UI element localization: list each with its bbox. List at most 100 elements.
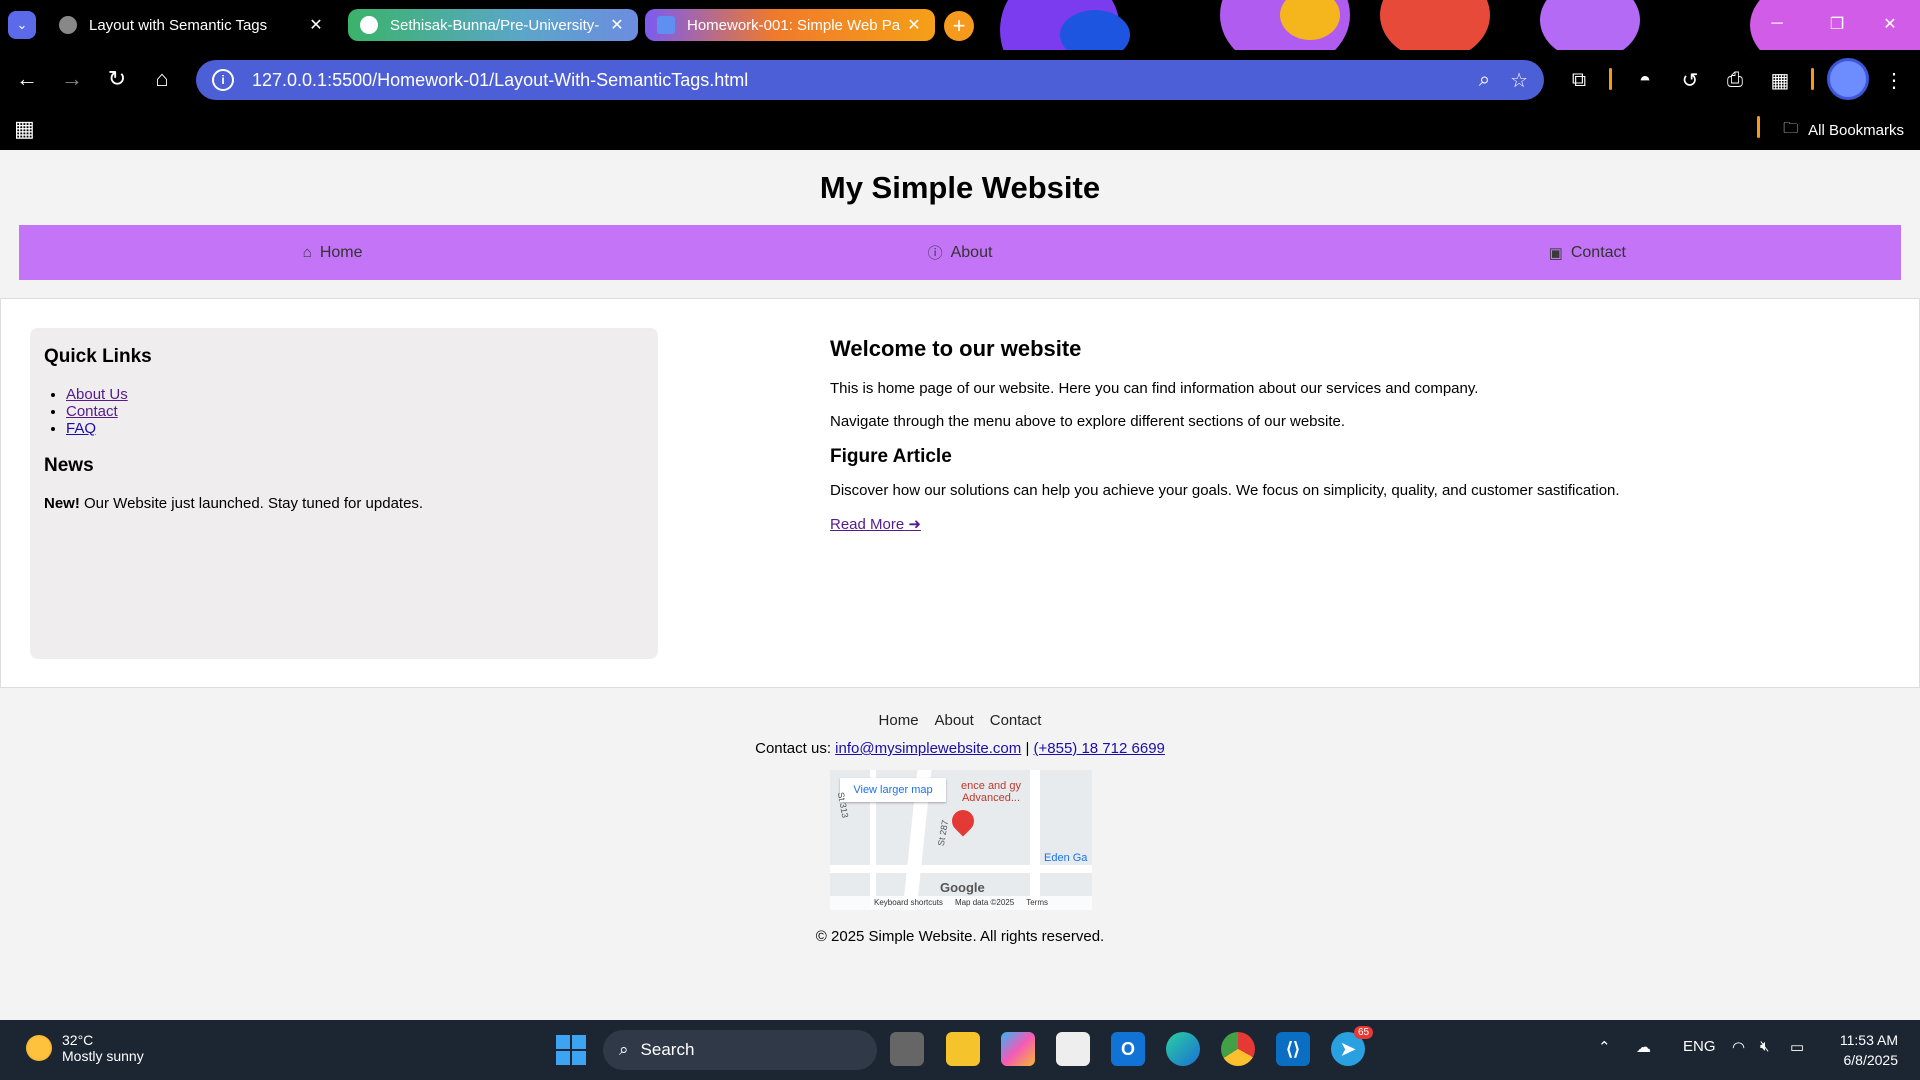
toolbar-separator bbox=[1811, 68, 1814, 90]
profile-avatar[interactable] bbox=[1827, 58, 1869, 100]
view-larger-map-button[interactable]: View larger map bbox=[840, 778, 946, 802]
wifi-icon[interactable]: ◠ bbox=[1732, 1038, 1745, 1056]
menu-icon[interactable]: ⋮ bbox=[1876, 62, 1912, 98]
nav-about-label: About bbox=[950, 243, 993, 261]
extensions-icon[interactable]: ⧉ bbox=[1561, 62, 1597, 98]
zoom-icon[interactable]: ⌕ bbox=[1479, 69, 1490, 92]
store-icon[interactable] bbox=[1056, 1032, 1090, 1066]
footer-contact-link[interactable]: Contact bbox=[990, 712, 1042, 729]
minimize-button[interactable]: ─ bbox=[1747, 0, 1807, 48]
map-street-label: St 287 bbox=[935, 819, 951, 847]
date: 6/8/2025 bbox=[1843, 1052, 1899, 1068]
github-icon bbox=[360, 16, 378, 34]
about-us-link[interactable]: About Us bbox=[66, 386, 128, 403]
url-text[interactable]: 127.0.0.1:5500/Homework-01/Layout-With-S… bbox=[252, 70, 1459, 91]
file-explorer-icon[interactable] bbox=[946, 1032, 980, 1066]
faq-link[interactable]: FAQ bbox=[66, 420, 96, 437]
figure-title: Figure Article bbox=[830, 446, 952, 467]
article-paragraph: This is home page of our website. Here y… bbox=[830, 380, 1479, 397]
tab-search-button[interactable]: ⌄ bbox=[8, 11, 36, 39]
close-icon[interactable]: ✕ bbox=[307, 15, 325, 35]
temperature: 32°C bbox=[62, 1032, 94, 1048]
forward-icon[interactable]: → bbox=[57, 64, 87, 94]
chevron-up-icon[interactable]: ⌃ bbox=[1598, 1038, 1611, 1056]
nav-contact-label: Contact bbox=[1570, 243, 1626, 261]
tab-homework[interactable]: Homework-001: Simple Web Pa ✕ bbox=[645, 9, 935, 41]
contact-separator: | bbox=[1021, 740, 1034, 757]
all-bookmarks-button[interactable]: 🗀 All Bookmarks bbox=[1783, 118, 1904, 143]
nav-contact[interactable]: ▣ Contact bbox=[1274, 225, 1901, 280]
windows-start-icon[interactable] bbox=[556, 1035, 586, 1065]
taskbar-search[interactable]: ⌕ Search bbox=[603, 1030, 877, 1070]
folder-icon: 🗀 bbox=[1783, 120, 1799, 137]
news-heading: News bbox=[44, 455, 94, 476]
main-content: Quick Links About Us Contact FAQ News Ne… bbox=[0, 298, 1920, 688]
sidebar: Quick Links About Us Contact FAQ News Ne… bbox=[30, 328, 658, 659]
weather-text: 32°C Mostly sunny bbox=[62, 1032, 144, 1064]
quick-links-heading: Quick Links bbox=[44, 346, 152, 367]
close-icon[interactable]: ✕ bbox=[905, 15, 923, 35]
onedrive-icon[interactable]: ☁ bbox=[1636, 1038, 1651, 1056]
weather-condition: Mostly sunny bbox=[62, 1048, 144, 1064]
star-icon[interactable]: ☆ bbox=[1510, 68, 1528, 93]
search-icon: ⌕ bbox=[619, 1040, 629, 1059]
read-more-link[interactable]: Read More ➜ bbox=[830, 516, 921, 533]
phone-link[interactable]: (+855) 18 712 6699 bbox=[1034, 740, 1165, 757]
copilot-icon[interactable] bbox=[1001, 1032, 1035, 1066]
window-close-button[interactable]: ✕ bbox=[1860, 0, 1920, 48]
mute-icon[interactable]: 🔇︎ bbox=[1760, 1038, 1769, 1055]
footer: Home About Contact Contact us: info@mysi… bbox=[0, 688, 1920, 1020]
embedded-map[interactable]: View larger map ence and gy Advanced... … bbox=[830, 770, 1092, 910]
chrome-icon[interactable] bbox=[1221, 1032, 1255, 1066]
outlook-icon[interactable]: O bbox=[1111, 1032, 1145, 1066]
toolbar-separator bbox=[1757, 116, 1760, 138]
close-icon[interactable]: ✕ bbox=[608, 15, 626, 35]
language-indicator[interactable]: ENG bbox=[1683, 1038, 1716, 1055]
email-link[interactable]: info@mysimplewebsite.com bbox=[835, 740, 1021, 757]
print-icon[interactable]: ⎙ bbox=[1717, 62, 1753, 98]
reload-icon[interactable]: ↻ bbox=[102, 64, 132, 94]
terms-link[interactable]: Terms bbox=[1026, 896, 1048, 910]
map-data-label: Map data ©2025 bbox=[954, 898, 1015, 907]
new-tab-button[interactable]: + bbox=[944, 11, 974, 41]
tab-title: Homework-001: Simple Web Pa bbox=[687, 16, 901, 34]
footer-about-link[interactable]: About bbox=[935, 712, 974, 729]
incognito-icon[interactable]: ◓ bbox=[1627, 62, 1663, 98]
contact-link[interactable]: Contact bbox=[66, 403, 118, 420]
keyboard-shortcuts-link[interactable]: Keyboard shortcuts bbox=[874, 896, 943, 910]
battery-icon[interactable]: ▭ bbox=[1790, 1038, 1804, 1056]
figure-text: Discover how our solutions can help you … bbox=[830, 482, 1620, 499]
list-item: FAQ bbox=[66, 420, 644, 437]
edge-icon[interactable] bbox=[1166, 1032, 1200, 1066]
search-label: Search bbox=[640, 1040, 695, 1059]
news-badge: New! bbox=[44, 495, 80, 512]
back-icon[interactable]: ← bbox=[12, 64, 42, 94]
footer-home-link[interactable]: Home bbox=[879, 712, 919, 729]
map-pin-icon bbox=[947, 805, 979, 837]
address-bar[interactable]: i 127.0.0.1:5500/Homework-01/Layout-With… bbox=[196, 60, 1544, 100]
map-attribution: Keyboard shortcuts Map data ©2025 Terms bbox=[830, 896, 1092, 910]
home-icon[interactable]: ⌂ bbox=[147, 64, 177, 94]
history-icon[interactable]: ↺ bbox=[1672, 62, 1708, 98]
reading-list-icon[interactable]: ▦ bbox=[1762, 62, 1798, 98]
site-info-icon[interactable]: i bbox=[212, 69, 234, 91]
tab-layout-semantic[interactable]: Layout with Semantic Tags ✕ bbox=[47, 6, 337, 44]
contact-book-icon: ▣ bbox=[1548, 244, 1563, 262]
task-view-icon[interactable] bbox=[890, 1032, 924, 1066]
theme-decoration bbox=[1380, 0, 1490, 50]
nav-about[interactable]: ⓘ About bbox=[646, 225, 1273, 280]
vscode-icon[interactable]: ⟨⟩ bbox=[1276, 1032, 1310, 1066]
restore-button[interactable]: ❐ bbox=[1807, 0, 1867, 48]
tab-github[interactable]: Sethisak-Bunna/Pre-University- ✕ bbox=[348, 9, 638, 41]
clock[interactable]: 11:53 AM 6/8/2025 bbox=[1840, 1030, 1898, 1070]
apps-grid-icon[interactable]: ▦ bbox=[14, 116, 35, 142]
tab-title: Sethisak-Bunna/Pre-University- bbox=[390, 16, 600, 34]
article: Welcome to our website This is home page… bbox=[830, 336, 1880, 534]
bookmarks-bar: ▦ 🗀 All Bookmarks bbox=[0, 108, 1920, 150]
nav-home[interactable]: ⌂ Home bbox=[19, 225, 646, 280]
news-body: Our Website just launched. Stay tuned fo… bbox=[79, 495, 424, 512]
contact-line: Contact us: info@mysimplewebsite.com | (… bbox=[0, 740, 1920, 757]
list-item: About Us bbox=[66, 386, 644, 403]
weather-widget[interactable]: 32°C Mostly sunny bbox=[26, 1032, 144, 1064]
news-text: New! Our Website just launched. Stay tun… bbox=[44, 495, 644, 512]
